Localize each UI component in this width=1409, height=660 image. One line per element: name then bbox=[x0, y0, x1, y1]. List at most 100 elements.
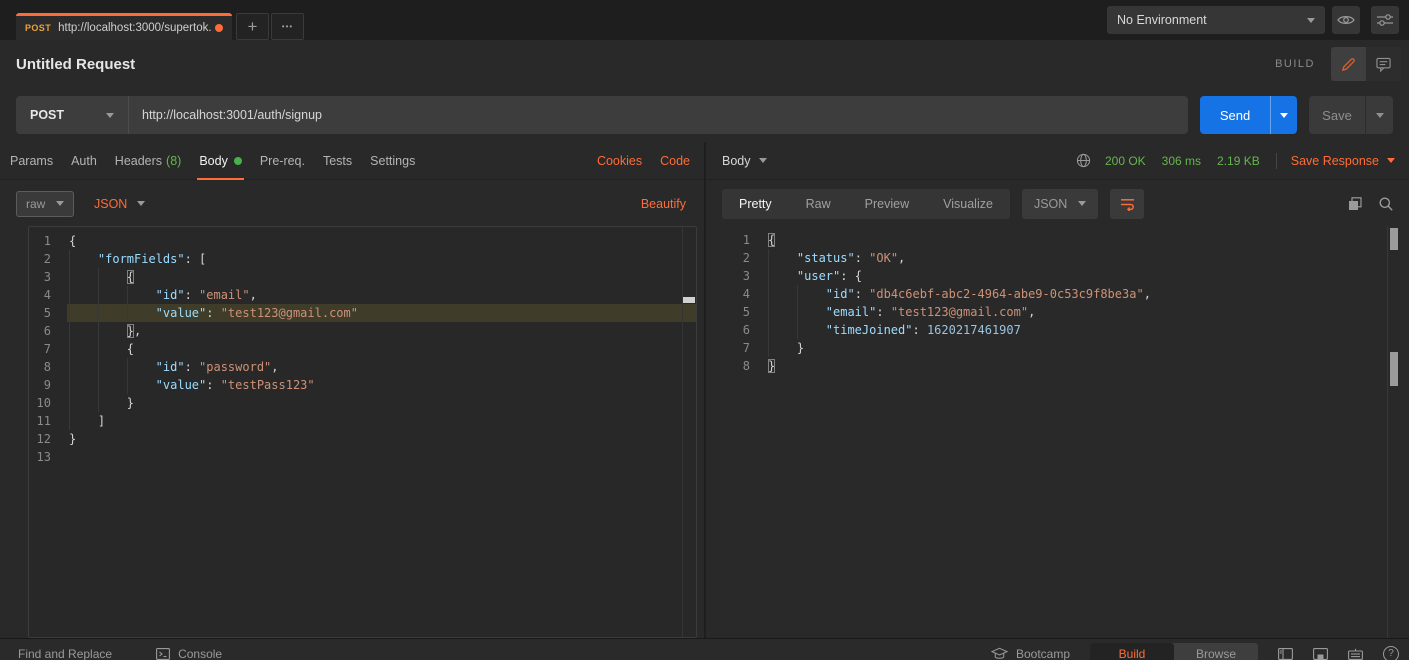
code-line[interactable]: 8} bbox=[706, 357, 1381, 375]
code-line[interactable]: 11] bbox=[29, 412, 696, 430]
code-line[interactable]: 3{ bbox=[29, 268, 696, 286]
indent-guide bbox=[797, 285, 826, 303]
save-options-button[interactable] bbox=[1365, 96, 1393, 134]
save-response-button[interactable]: Save Response bbox=[1291, 154, 1395, 168]
scrollbar-annotation[interactable] bbox=[683, 297, 695, 303]
url-input[interactable]: http://localhost:3001/auth/signup bbox=[129, 108, 322, 122]
two-pane-button[interactable] bbox=[1313, 648, 1328, 660]
code-token: { bbox=[127, 270, 134, 284]
code-line[interactable]: 3"user": { bbox=[706, 267, 1381, 285]
code-line[interactable]: 7{ bbox=[29, 340, 696, 358]
indent-guide bbox=[768, 339, 797, 357]
chevron-down-icon bbox=[1307, 18, 1315, 23]
sidebar-panel-button[interactable] bbox=[1278, 648, 1293, 660]
response-header: Body 200 OK 306 ms 2.19 KB Save Response bbox=[706, 142, 1409, 180]
find-and-replace-button[interactable]: Find and Replace bbox=[18, 647, 112, 660]
code-line[interactable]: 10} bbox=[29, 394, 696, 412]
cookies-link[interactable]: Cookies bbox=[597, 154, 642, 168]
code-line[interactable]: 5"email": "test123@gmail.com", bbox=[706, 303, 1381, 321]
build-toggle-button[interactable]: Build bbox=[1090, 643, 1174, 660]
help-icon: ? bbox=[1383, 646, 1399, 660]
tab-visualize[interactable]: Visualize bbox=[926, 189, 1010, 219]
console-icon bbox=[156, 648, 178, 660]
line-number: 5 bbox=[706, 303, 766, 321]
response-body-dropdown[interactable]: Body bbox=[722, 154, 767, 168]
body-type-selector[interactable]: raw bbox=[16, 191, 74, 217]
code-line[interactable]: 5"value": "test123@gmail.com" bbox=[29, 304, 696, 322]
wrap-lines-button[interactable] bbox=[1110, 189, 1144, 219]
code-line[interactable]: 1{ bbox=[706, 231, 1381, 249]
request-body-editor[interactable]: 1{2"formFields": [3{4"id": "email",5"val… bbox=[28, 226, 697, 638]
tab-tests[interactable]: Tests bbox=[323, 142, 352, 180]
code-token: "id" bbox=[156, 288, 185, 302]
body-has-content-dot bbox=[234, 157, 242, 165]
comment-button[interactable] bbox=[1366, 47, 1401, 81]
language-selector[interactable]: JSON bbox=[94, 197, 145, 211]
postman-window: POST http://localhost:3000/supertok... +… bbox=[0, 0, 1409, 660]
network-globe-icon[interactable] bbox=[1076, 153, 1091, 168]
send-options-button[interactable] bbox=[1270, 96, 1297, 134]
tab-headers[interactable]: Headers (8) bbox=[115, 142, 182, 180]
code-line[interactable]: 12} bbox=[29, 430, 696, 448]
save-response-label: Save Response bbox=[1291, 154, 1379, 168]
code-line[interactable]: 4"id": "email", bbox=[29, 286, 696, 304]
code-line[interactable]: 9"value": "testPass123" bbox=[29, 376, 696, 394]
indent-guide bbox=[98, 286, 127, 304]
environment-quick-look-button[interactable] bbox=[1332, 6, 1360, 34]
tab-raw[interactable]: Raw bbox=[789, 189, 848, 219]
more-tabs-button[interactable]: ••• bbox=[271, 13, 304, 40]
response-body-label: Body bbox=[722, 154, 751, 168]
code-token: "id" bbox=[826, 287, 855, 301]
settings-button[interactable] bbox=[1371, 6, 1399, 34]
tab-params[interactable]: Params bbox=[10, 142, 53, 180]
indent-guide bbox=[98, 268, 127, 286]
beautify-link[interactable]: Beautify bbox=[641, 197, 686, 211]
code-token: } bbox=[127, 396, 134, 410]
code-line[interactable]: 1{ bbox=[29, 232, 696, 250]
code-line[interactable]: 13 bbox=[29, 448, 696, 466]
save-button[interactable]: Save bbox=[1309, 96, 1365, 134]
response-meta: 200 OK 306 ms 2.19 KB Save Response bbox=[1076, 153, 1395, 169]
code-token: , bbox=[134, 324, 141, 338]
search-button[interactable] bbox=[1379, 197, 1393, 211]
tab-body[interactable]: Body bbox=[199, 142, 242, 180]
console-button[interactable]: Console bbox=[156, 647, 222, 660]
response-scrollbar-mark[interactable] bbox=[1390, 352, 1398, 386]
code-text bbox=[67, 448, 696, 466]
copy-button[interactable] bbox=[1348, 197, 1362, 211]
code-link[interactable]: Code bbox=[660, 154, 690, 168]
tab-prereq[interactable]: Pre-req. bbox=[260, 142, 305, 180]
shortcuts-button[interactable] bbox=[1348, 648, 1363, 660]
code-token: "status" bbox=[797, 251, 855, 265]
code-line[interactable]: 7} bbox=[706, 339, 1381, 357]
method-selector[interactable]: POST bbox=[16, 96, 128, 134]
bootcamp-button[interactable]: Bootcamp bbox=[991, 647, 1070, 660]
code-line[interactable]: 6}, bbox=[29, 322, 696, 340]
response-body-viewer[interactable]: 1{2"status": "OK",3"user": {4"id": "db4c… bbox=[706, 226, 1381, 638]
tab-settings[interactable]: Settings bbox=[370, 142, 415, 180]
url-bar: POST http://localhost:3001/auth/signup S… bbox=[0, 88, 1409, 142]
scrollbar-track[interactable] bbox=[682, 227, 683, 637]
help-button[interactable]: ? bbox=[1383, 646, 1399, 660]
code-line[interactable]: 2"formFields": [ bbox=[29, 250, 696, 268]
environment-selector[interactable]: No Environment bbox=[1107, 6, 1325, 34]
code-line[interactable]: 8"id": "password", bbox=[29, 358, 696, 376]
tab-pretty[interactable]: Pretty bbox=[722, 189, 789, 219]
tab-preview[interactable]: Preview bbox=[848, 189, 926, 219]
edit-request-button[interactable] bbox=[1331, 47, 1366, 81]
code-line[interactable]: 2"status": "OK", bbox=[706, 249, 1381, 267]
browse-toggle-button[interactable]: Browse bbox=[1174, 643, 1258, 660]
response-scrollbar-track[interactable] bbox=[1387, 226, 1388, 638]
send-button[interactable]: Send bbox=[1200, 96, 1270, 134]
add-tab-button[interactable]: + bbox=[236, 13, 269, 40]
response-language-selector[interactable]: JSON bbox=[1022, 189, 1098, 219]
indent-guide bbox=[98, 340, 127, 358]
code-token: } bbox=[797, 341, 804, 355]
code-line[interactable]: 6"timeJoined": 1620217461907 bbox=[706, 321, 1381, 339]
tab-auth[interactable]: Auth bbox=[71, 142, 97, 180]
line-number: 3 bbox=[706, 267, 766, 285]
response-scrollbar-mark[interactable] bbox=[1390, 228, 1398, 250]
code-line[interactable]: 4"id": "db4c6ebf-abc2-4964-abe9-0c53c9f8… bbox=[706, 285, 1381, 303]
request-tab[interactable]: POST http://localhost:3000/supertok... bbox=[16, 13, 232, 40]
code-token: { bbox=[69, 234, 76, 248]
